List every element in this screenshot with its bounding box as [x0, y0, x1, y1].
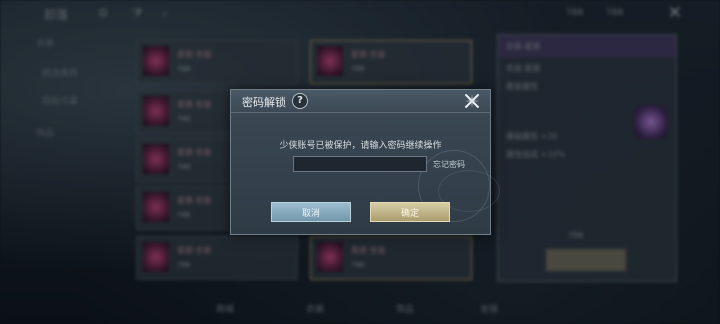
help-icon[interactable]: ? [292, 93, 308, 109]
password-unlock-dialog: 密码解锁 ? 少侠账号已被保护，请输入密码继续操作 忘记密码 取消 确定 [230, 89, 500, 235]
confirm-button[interactable]: 确定 [370, 202, 450, 222]
dialog-header: 密码解锁 ? [231, 90, 490, 113]
close-x-icon[interactable] [464, 93, 480, 109]
dialog-title: 密码解锁 [242, 96, 286, 109]
forgot-password-link[interactable]: 忘记密码 [433, 159, 465, 170]
password-input[interactable] [293, 156, 427, 172]
dialog-message: 少侠账号已被保护，请输入密码继续操作 [279, 141, 442, 151]
cancel-button[interactable]: 取消 [271, 202, 351, 222]
